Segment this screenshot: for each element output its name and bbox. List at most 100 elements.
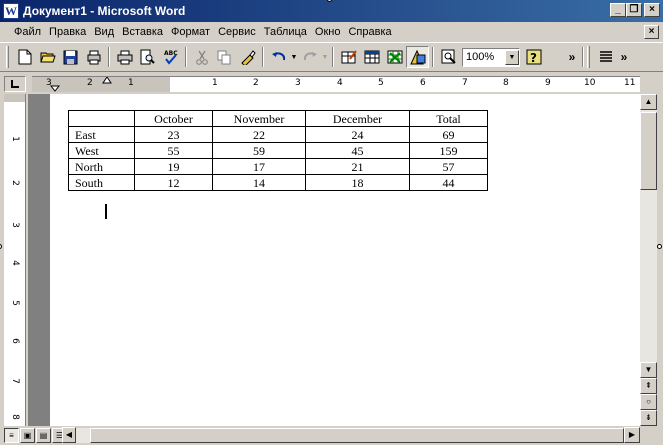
chevron-down-icon[interactable]: ▼ [505, 49, 519, 65]
vertical-ruler[interactable]: 1 2 3 4 5 6 7 8 [4, 94, 26, 426]
scissors-icon [195, 50, 208, 65]
table-header-cell[interactable]: December [305, 110, 410, 127]
table-cell[interactable]: 21 [305, 158, 410, 175]
open-button[interactable] [36, 46, 59, 68]
table-cell[interactable]: 44 [409, 174, 488, 191]
table-cell[interactable]: 19 [134, 158, 213, 175]
cut-button[interactable] [190, 46, 213, 68]
toolbar-grip-2[interactable] [587, 46, 590, 68]
scroll-down-button[interactable]: ▼ [640, 362, 657, 378]
ruler-label: 5 [378, 78, 384, 88]
selection-handle[interactable] [0, 244, 2, 249]
text-cursor [105, 204, 107, 219]
menu-file[interactable]: Файл [0, 26, 45, 38]
vertical-scrollbar[interactable]: ▲ ▼ ⇞ ○ ⇟ [640, 94, 657, 426]
table-cell[interactable]: North [68, 158, 135, 175]
menu-window[interactable]: Окно [311, 26, 345, 38]
table-cell[interactable]: 24 [305, 126, 410, 143]
insert-excel-button[interactable] [383, 46, 406, 68]
table-header-cell[interactable]: November [212, 110, 306, 127]
table-cell[interactable]: 17 [212, 158, 306, 175]
title-bar: W Документ1 - Microsoft Word _ ❐ × [0, 0, 663, 22]
table-cell[interactable]: 55 [134, 142, 213, 159]
horizontal-scrollbar[interactable]: ◀ ▶ [62, 427, 640, 443]
minimize-button[interactable]: _ [610, 3, 626, 17]
undo-dropdown-icon[interactable]: ▼ [290, 54, 298, 61]
table-cell[interactable]: 22 [212, 126, 306, 143]
table-cell[interactable]: South [68, 174, 135, 191]
web-view-button[interactable]: ▣ [20, 428, 35, 443]
horizontal-scroll-thumb[interactable] [90, 428, 624, 443]
table-row: North 19 17 21 57 [68, 158, 488, 175]
ruler-label: 2 [87, 78, 93, 88]
table-cell[interactable] [68, 110, 135, 127]
table-cell[interactable]: West [68, 142, 135, 159]
scroll-up-button[interactable]: ▲ [640, 94, 657, 110]
redo-button[interactable] [298, 46, 321, 68]
table-cell[interactable]: 45 [305, 142, 410, 159]
menu-format[interactable]: Формат [167, 26, 214, 38]
tables-borders-button[interactable] [337, 46, 360, 68]
help-button[interactable]: ? [522, 46, 545, 68]
align-justify-button[interactable] [594, 46, 617, 68]
document-page[interactable]: October November December Total East 23 … [50, 94, 640, 426]
printer-lock-icon [87, 50, 100, 64]
menu-tools[interactable]: Сервис [214, 26, 260, 38]
new-document-button[interactable] [13, 46, 36, 68]
ruler-label: 2 [9, 180, 20, 186]
table-cell[interactable]: 23 [134, 126, 213, 143]
table-cell[interactable]: 159 [409, 142, 488, 159]
data-table[interactable]: October November December Total East 23 … [68, 110, 488, 191]
ruler-label: 3 [295, 78, 301, 88]
insert-table-button[interactable] [360, 46, 383, 68]
select-browse-object-button[interactable]: ○ [640, 394, 657, 410]
print-button[interactable] [113, 46, 136, 68]
horizontal-bar: ≡ ▣ ▤ ☰ ◀ ▶ [0, 426, 663, 445]
vertical-scroll-thumb[interactable] [640, 112, 657, 190]
menu-edit[interactable]: Правка [45, 26, 90, 38]
drawing-button[interactable] [406, 46, 429, 68]
spelling-button[interactable]: ABC [159, 46, 182, 68]
redo-dropdown-icon[interactable]: ▼ [321, 54, 329, 61]
menu-table[interactable]: Таблица [260, 26, 311, 38]
horizontal-ruler[interactable]: 3 2 1 1 2 3 4 5 6 7 8 9 10 11 [32, 76, 640, 92]
more-buttons-icon-2[interactable]: » [617, 50, 631, 64]
word-document-icon[interactable]: W [3, 3, 19, 19]
selection-handle[interactable] [657, 244, 662, 249]
next-page-button[interactable]: ⇟ [640, 410, 657, 426]
tab-selector[interactable] [4, 76, 26, 92]
document-map-button[interactable] [437, 46, 460, 68]
menu-insert[interactable]: Вставка [118, 26, 167, 38]
indent-marker-icon[interactable] [50, 85, 60, 92]
menu-view[interactable]: Вид [90, 26, 118, 38]
first-line-indent-icon[interactable] [102, 76, 112, 84]
table-header-cell[interactable]: Total [409, 110, 488, 127]
normal-view-button[interactable]: ≡ [4, 428, 19, 443]
paste-button[interactable] [236, 46, 259, 68]
table-cell[interactable]: 18 [305, 174, 410, 191]
save-button[interactable] [59, 46, 82, 68]
scroll-left-button[interactable]: ◀ [62, 427, 76, 443]
permission-button[interactable] [82, 46, 105, 68]
table-cell[interactable]: East [68, 126, 135, 143]
restore-button[interactable]: ❐ [626, 3, 642, 17]
print-layout-button[interactable]: ▤ [36, 428, 51, 443]
table-cell[interactable]: 57 [409, 158, 488, 175]
menu-help[interactable]: Справка [344, 26, 395, 38]
scroll-right-button[interactable]: ▶ [624, 427, 640, 443]
table-cell[interactable]: 12 [134, 174, 213, 191]
copy-button[interactable] [213, 46, 236, 68]
table-cell[interactable]: 59 [212, 142, 306, 159]
print-preview-button[interactable] [136, 46, 159, 68]
previous-page-button[interactable]: ⇞ [640, 378, 657, 394]
close-button[interactable]: × [644, 3, 660, 17]
table-cell[interactable]: 14 [212, 174, 306, 191]
zoom-combobox[interactable]: 100% ▼ [462, 47, 520, 67]
table-header-cell[interactable]: October [134, 110, 213, 127]
zoom-value[interactable]: 100% [463, 51, 505, 63]
document-close-button[interactable]: × [644, 25, 659, 39]
undo-button[interactable] [267, 46, 290, 68]
toolbar-grip[interactable] [6, 46, 9, 68]
more-buttons-icon[interactable]: » [565, 50, 579, 64]
table-cell[interactable]: 69 [409, 126, 488, 143]
